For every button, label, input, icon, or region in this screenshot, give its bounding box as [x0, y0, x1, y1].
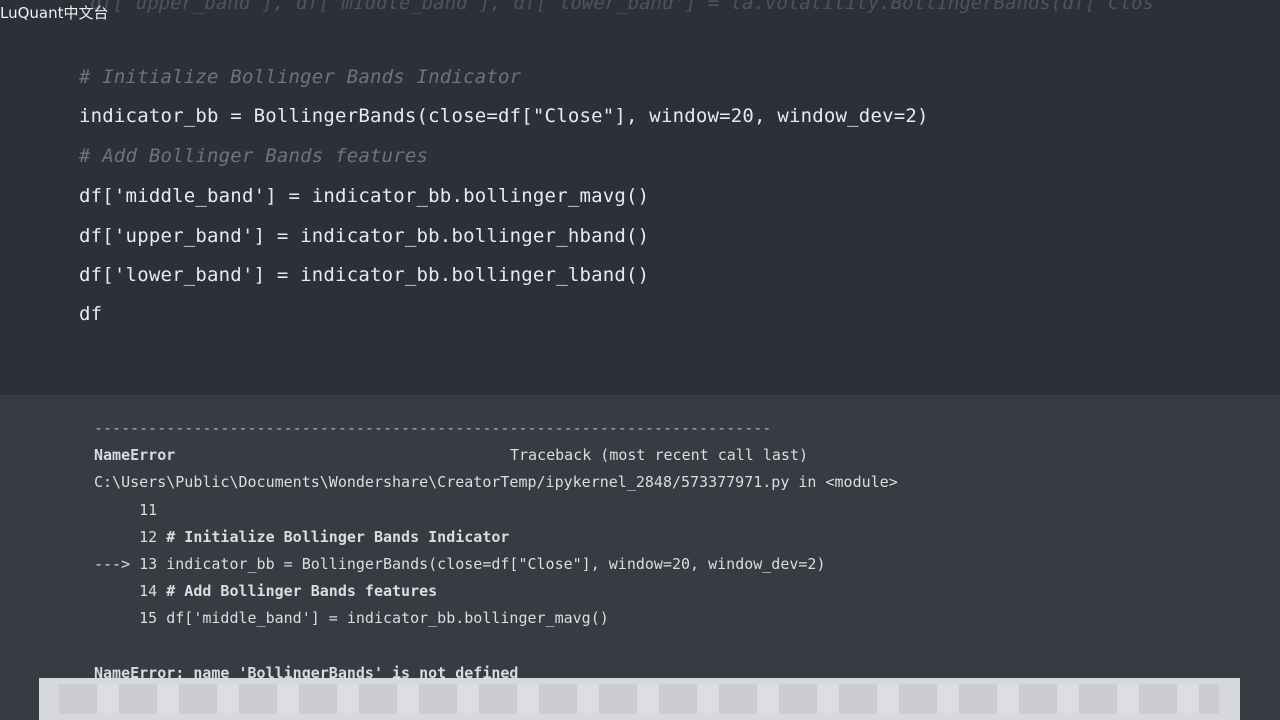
traceback-line-13: ---> 13 indicator_bb = BollingerBands(cl… — [94, 555, 826, 573]
cell-output-error: ----------------------------------------… — [0, 395, 1280, 720]
code-cell[interactable]: df['upper_band'], df['middle_band'], df[… — [0, 0, 1280, 395]
code-comment-add-features: # Add Bollinger Bands features — [79, 145, 429, 167]
watermark-text: LuQuant中文台 — [0, 4, 109, 22]
code-comment-initialize: # Initialize Bollinger Bands Indicator — [79, 66, 522, 88]
previous-code-line: df['upper_band'], df['middle_band'], df[… — [90, 0, 1154, 14]
traceback-line-11: 11 — [139, 501, 158, 519]
traceback-line-14: 14 # Add Bollinger Bands features — [139, 582, 438, 600]
traceback-label: Traceback (most recent call last) — [510, 446, 809, 464]
code-line-lower-band: df['lower_band'] = indicator_bb.bollinge… — [79, 264, 650, 286]
error-name: NameError — [94, 446, 176, 464]
traceback-separator: ----------------------------------------… — [94, 419, 772, 437]
traceback-line-12: 12 # Initialize Bollinger Bands Indicato… — [139, 528, 510, 546]
code-line-df: df — [79, 303, 103, 325]
subtitle-placeholder — [59, 684, 1219, 714]
traceback-line-15: 15 df['middle_band'] = indicator_bb.boll… — [139, 609, 609, 627]
traceback-file-path: C:\Users\Public\Documents\Wondershare\Cr… — [94, 473, 898, 491]
code-line-indicator: indicator_bb = BollingerBands(close=df["… — [79, 105, 929, 127]
code-line-middle-band: df['middle_band'] = indicator_bb.bolling… — [79, 185, 650, 207]
subtitle-bar — [39, 678, 1240, 720]
code-line-upper-band: df['upper_band'] = indicator_bb.bollinge… — [79, 225, 650, 247]
